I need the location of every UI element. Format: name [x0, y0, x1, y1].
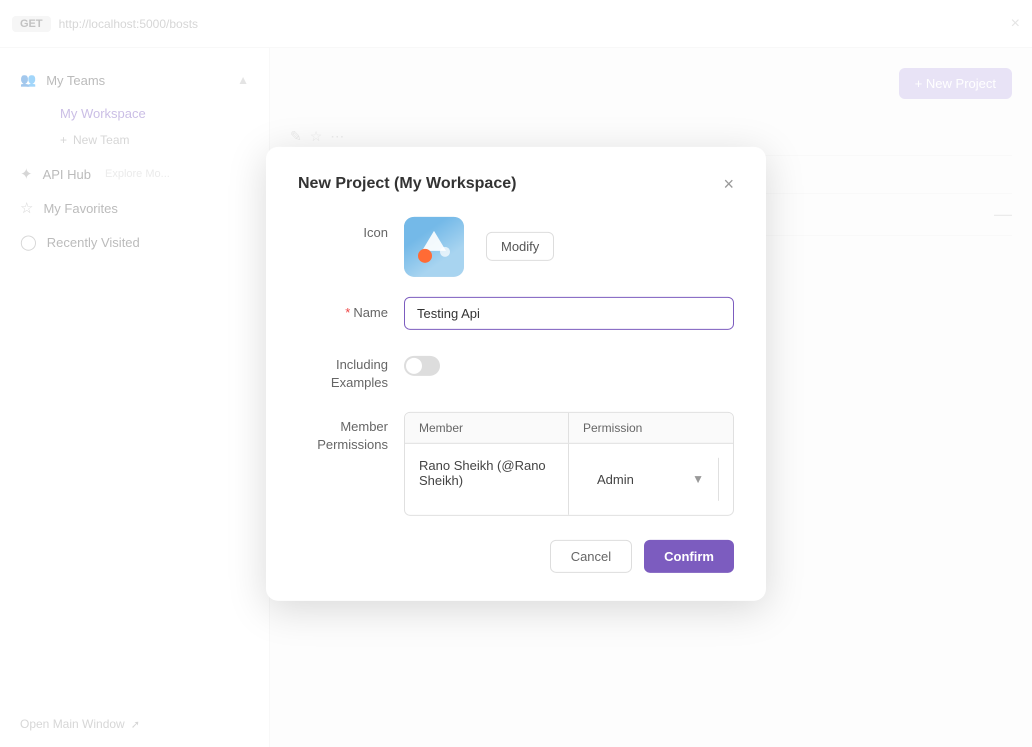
member-permissions-row: MemberPermissions Member Permission Rano…: [298, 412, 734, 516]
icon-label: Icon: [298, 216, 388, 239]
permission-column-header: Permission: [569, 413, 733, 443]
permissions-table: Member Permission Rano Sheikh (@RanoShei…: [404, 412, 734, 516]
permissions-table-row: Rano Sheikh (@RanoSheikh) Admin ▼: [405, 444, 733, 515]
including-examples-label: IncludingExamples: [298, 349, 388, 391]
member-cell: Rano Sheikh (@RanoSheikh): [405, 444, 569, 515]
orange-circle-shape: [418, 248, 432, 262]
permission-value: Admin: [597, 472, 634, 487]
including-examples-toggle[interactable]: [404, 355, 440, 375]
modal-close-button[interactable]: ×: [723, 174, 734, 192]
name-row: *Name: [298, 296, 734, 329]
required-marker: *: [345, 304, 350, 319]
confirm-button[interactable]: Confirm: [644, 540, 734, 573]
modify-icon-button[interactable]: Modify: [486, 232, 554, 261]
purple-circle-shape: [440, 246, 450, 256]
chevron-down-icon: ▼: [692, 472, 704, 486]
member-permissions-label: MemberPermissions: [298, 412, 388, 454]
modal-footer: Cancel Confirm: [298, 540, 734, 573]
project-name-input[interactable]: [404, 296, 734, 329]
member-column-header: Member: [405, 413, 569, 443]
icon-shapes: [416, 228, 452, 264]
project-icon-preview: [404, 216, 464, 276]
modal-title: New Project (My Workspace): [298, 174, 516, 192]
permissions-table-header: Member Permission: [405, 413, 733, 444]
name-label: *Name: [298, 296, 388, 319]
modal-header: New Project (My Workspace) ×: [298, 174, 734, 192]
icon-row: Icon Modify: [298, 216, 734, 276]
permission-select[interactable]: Admin ▼: [583, 458, 719, 501]
including-examples-row: IncludingExamples: [298, 349, 734, 391]
new-project-modal: New Project (My Workspace) × Icon Modify…: [266, 146, 766, 600]
cancel-button[interactable]: Cancel: [550, 540, 632, 573]
permission-cell: Admin ▼: [569, 444, 733, 515]
